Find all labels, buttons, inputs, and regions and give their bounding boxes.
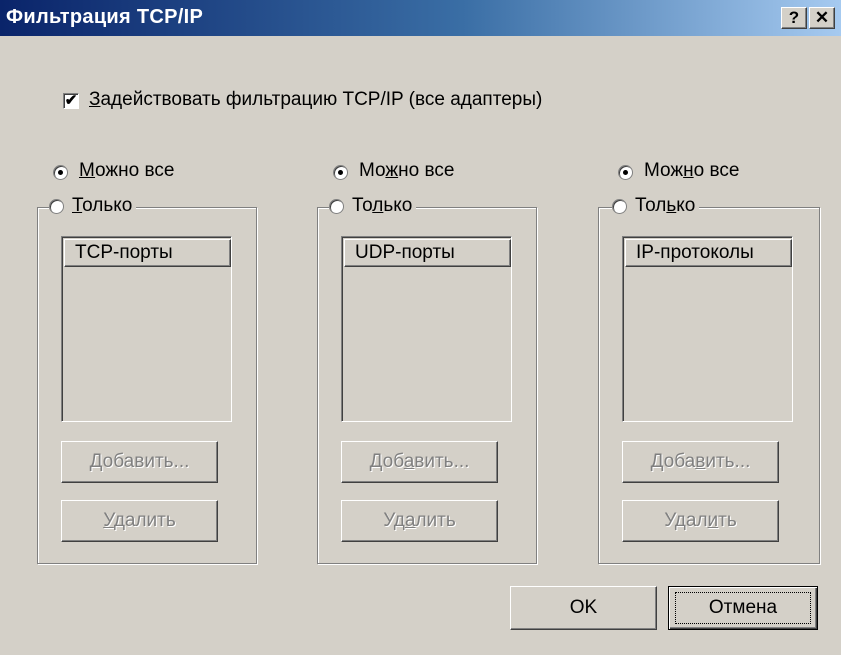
- tcp-ports-list[interactable]: TCP-порты: [61, 236, 232, 422]
- tcp-add-button[interactable]: Добавить...: [61, 441, 218, 483]
- checkmark-icon: ✔: [64, 92, 78, 109]
- ip-only-label[interactable]: Только: [635, 195, 695, 217]
- udp-add-button[interactable]: Добавить...: [341, 441, 498, 483]
- udp-ports-list[interactable]: UDP-порты: [341, 236, 512, 422]
- ip-remove-button[interactable]: Удалить: [622, 500, 779, 542]
- ip-protocols-column-header[interactable]: IP-протоколы: [625, 239, 792, 267]
- ip-protocols-list[interactable]: IP-протоколы: [622, 236, 793, 422]
- tcpip-filtering-dialog: Фильтрация TCP/IP ? ✕ ✔ Задействовать фи…: [0, 0, 841, 655]
- help-icon: ?: [788, 8, 800, 27]
- radio-selected-dot: [338, 170, 343, 175]
- udp-only-option[interactable]: Только: [329, 195, 417, 217]
- radio-selected-dot: [623, 170, 628, 175]
- tcp-remove-button[interactable]: Удалить: [61, 500, 218, 542]
- ip-allow-all-label[interactable]: Можно все: [644, 160, 739, 182]
- ip-only-radio[interactable]: [612, 198, 627, 214]
- enable-filtering-label[interactable]: Задействовать фильтрацию TCP/IP (все ада…: [89, 89, 542, 111]
- tcp-allow-all-label[interactable]: Можно все: [79, 160, 174, 182]
- udp-ports-column-header[interactable]: UDP-порты: [344, 239, 511, 267]
- help-button[interactable]: ?: [781, 7, 807, 29]
- udp-remove-button[interactable]: Удалить: [341, 500, 498, 542]
- close-icon: ✕: [814, 8, 830, 27]
- window-title: Фильтрация TCP/IP: [6, 6, 204, 28]
- radio-selected-dot: [58, 170, 63, 175]
- cancel-button[interactable]: Отмена: [668, 586, 818, 630]
- tcp-allow-all-radio[interactable]: [53, 165, 68, 180]
- udp-only-label[interactable]: Только: [352, 195, 412, 217]
- close-button[interactable]: ✕: [809, 7, 835, 29]
- ok-button[interactable]: OK: [510, 586, 657, 630]
- udp-allow-all-radio[interactable]: [333, 165, 348, 180]
- ip-allow-all-radio[interactable]: [618, 165, 633, 180]
- title-bar: Фильтрация TCP/IP ? ✕: [0, 0, 841, 36]
- udp-only-radio[interactable]: [329, 198, 344, 214]
- udp-allow-all-label[interactable]: Можно все: [359, 160, 454, 182]
- ip-add-button[interactable]: Добавить...: [622, 441, 779, 483]
- ip-only-option[interactable]: Только: [612, 195, 700, 217]
- tcp-only-label[interactable]: Только: [72, 195, 132, 217]
- enable-filtering-checkbox[interactable]: ✔: [63, 93, 79, 109]
- focus-rectangle: [675, 592, 811, 624]
- tcp-only-radio[interactable]: [49, 198, 64, 214]
- tcp-only-option[interactable]: Только: [49, 195, 137, 217]
- tcp-ports-column-header[interactable]: TCP-порты: [64, 239, 231, 267]
